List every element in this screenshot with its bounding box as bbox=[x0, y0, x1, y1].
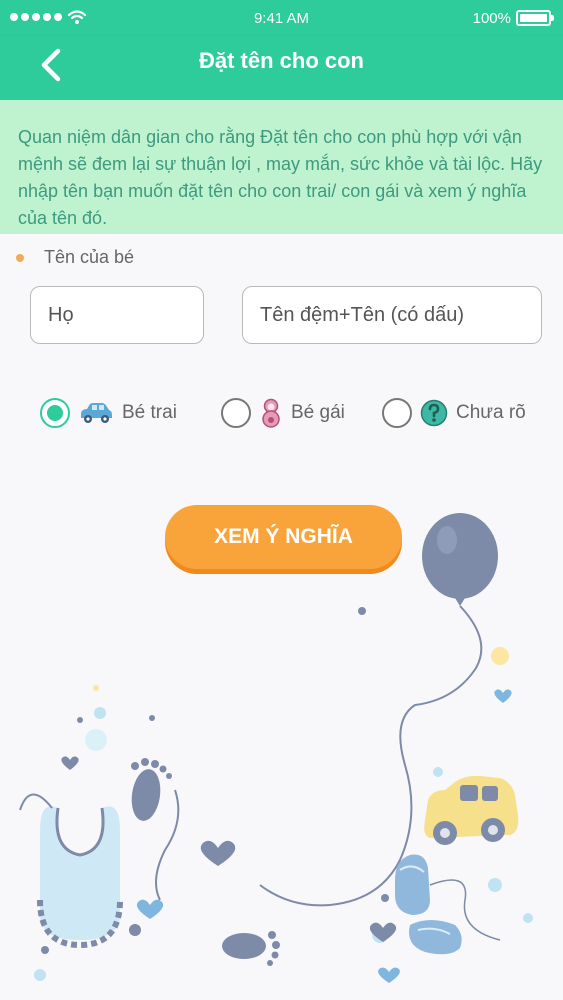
section-label-text: Tên của bé bbox=[44, 247, 135, 267]
bib-icon bbox=[19, 793, 123, 949]
page-title: Đặt tên cho con bbox=[198, 48, 364, 73]
nav-bar: Đặt tên cho con bbox=[0, 36, 563, 100]
gender-option-unknown[interactable]: Chưa rõ bbox=[382, 396, 526, 430]
section-label: Tên của bé bbox=[16, 247, 134, 268]
battery-icon bbox=[516, 10, 554, 26]
intro-text: Quan niệm dân gian cho rằng Đặt tên cho … bbox=[0, 100, 563, 234]
question-icon bbox=[420, 399, 448, 427]
first-name-input[interactable] bbox=[242, 286, 542, 344]
footprint-icon bbox=[131, 758, 172, 821]
balloon-icon bbox=[259, 513, 498, 907]
gender-option-boy[interactable]: Bé trai bbox=[40, 396, 177, 430]
toy-car-icon bbox=[424, 775, 519, 845]
baby-shoe-icon bbox=[395, 854, 462, 955]
battery-percent: 100% bbox=[472, 10, 511, 27]
radio-button[interactable] bbox=[221, 398, 251, 428]
bullet-dot bbox=[16, 253, 24, 262]
view-meaning-button[interactable]: XEM Ý NGHĨA bbox=[165, 505, 402, 569]
status-bar: 9:41 AM 100% bbox=[0, 0, 563, 36]
gender-label: Bé gái bbox=[291, 402, 345, 423]
radio-button[interactable] bbox=[382, 398, 412, 428]
doll-icon bbox=[262, 398, 280, 428]
gender-label: Bé trai bbox=[122, 402, 177, 423]
footprint-icon bbox=[222, 931, 280, 966]
radio-button[interactable] bbox=[40, 398, 70, 428]
last-name-input[interactable] bbox=[30, 286, 204, 344]
gender-label: Chưa rõ bbox=[456, 402, 526, 423]
gender-option-girl[interactable]: Bé gái bbox=[221, 396, 345, 430]
car-icon bbox=[81, 403, 112, 423]
